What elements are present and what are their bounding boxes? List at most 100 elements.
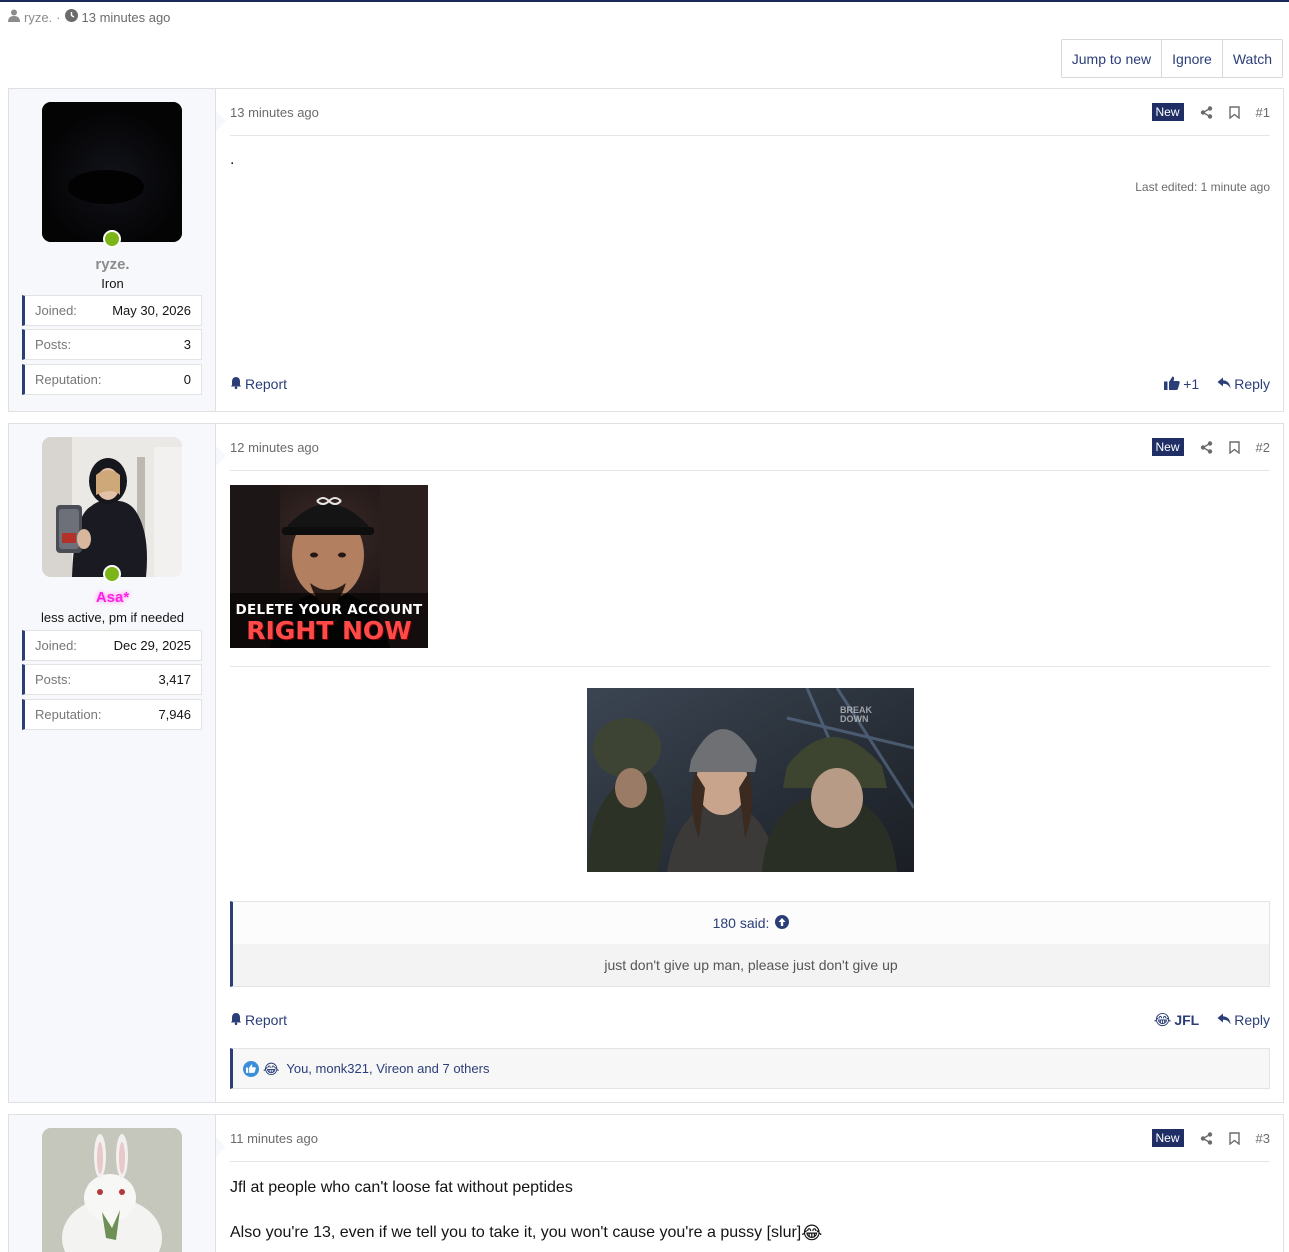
crying-laughing-emoji-icon: 😂 <box>801 1223 823 1243</box>
footer-actions: +1 Reply <box>1164 376 1270 393</box>
stat-reputation: Reputation: 7,946 <box>22 699 202 730</box>
quote-author[interactable]: 180 said: <box>713 915 770 931</box>
avatar[interactable] <box>42 437 182 577</box>
stat-value: 0 <box>183 372 191 387</box>
clock-icon <box>64 9 78 25</box>
post-header: 11 minutes ago New #3 <box>230 1115 1270 1162</box>
quote-header[interactable]: 180 said: <box>233 902 1269 944</box>
new-badge: New <box>1151 1129 1184 1147</box>
user-title: Iron <box>101 276 124 291</box>
bookmark-icon[interactable] <box>1228 440 1240 454</box>
last-edited: Last edited: 1 minute ago <box>1135 180 1270 194</box>
post-tools: New #3 <box>1151 1129 1270 1147</box>
post-tools: New #1 <box>1151 103 1270 121</box>
post-body: . <box>230 151 235 168</box>
reactions-bar[interactable]: 😂 You, monk321, Vireon and 7 others <box>230 1048 1270 1089</box>
bell-icon <box>230 1012 242 1028</box>
post-content: 13 minutes ago New #1 . Last edited: 1 m… <box>230 89 1270 411</box>
like-reaction-icon <box>243 1060 259 1077</box>
report-label: Report <box>245 376 288 392</box>
post-header: 13 minutes ago New #1 <box>230 89 1270 136</box>
top-accent-line <box>0 0 1289 2</box>
post-image-thumbnail[interactable]: DELETE YOUR ACCOUNT RIGHT NOW <box>230 485 428 648</box>
post-header: 12 minutes ago New #2 <box>230 424 1270 471</box>
bell-icon <box>230 376 242 392</box>
thread-meta: ryze. · 13 minutes ago <box>8 9 170 25</box>
stat-value: 3,417 <box>158 672 191 687</box>
post-body-line: Jfl at people who can't loose fat withou… <box>230 1179 573 1196</box>
post-time[interactable]: 12 minutes ago <box>230 440 319 455</box>
post-number[interactable]: #3 <box>1256 1131 1270 1146</box>
video-watermark: BREAK DOWN <box>840 705 873 724</box>
report-label: Report <box>245 1012 288 1028</box>
user-icon <box>8 9 20 25</box>
watch-button[interactable]: Watch <box>1221 40 1282 77</box>
user-title: less active, pm if needed <box>40 610 185 625</box>
avatar[interactable] <box>42 102 182 242</box>
blockquote: 180 said: just don't give up man, please… <box>230 901 1270 987</box>
stat-posts: Posts: 3 <box>22 329 202 360</box>
post-number[interactable]: #1 <box>1256 105 1270 120</box>
post: 11 minutes ago New #3 Jfl at people who … <box>8 1114 1284 1252</box>
reaction-button[interactable]: 😂 JFL <box>1154 1012 1199 1028</box>
thread-time[interactable]: 13 minutes ago <box>82 10 171 25</box>
avatar[interactable] <box>42 1128 182 1252</box>
stat-value: May 30, 2026 <box>112 303 191 318</box>
post-body-line: Also you're 13, even if we tell you to t… <box>230 1224 802 1241</box>
post-time[interactable]: 13 minutes ago <box>230 105 319 120</box>
online-status-dot <box>103 230 121 248</box>
online-status-dot <box>103 565 121 583</box>
share-icon[interactable] <box>1200 1131 1213 1145</box>
post: ryze. Iron Joined: May 30, 2026 Posts: 3… <box>8 88 1284 412</box>
stat-label: Joined: <box>35 303 77 318</box>
stat-label: Posts: <box>35 337 72 352</box>
reply-button[interactable]: Reply <box>1217 1012 1270 1028</box>
quote-text: just don't give up man, please just don'… <box>233 944 1269 986</box>
stat-value: 3 <box>183 337 191 352</box>
post-footer: Report +1 Reply <box>230 374 1270 394</box>
bookmark-icon[interactable] <box>1228 105 1240 119</box>
post-user-panel <box>9 1115 226 1252</box>
share-icon[interactable] <box>1200 440 1213 454</box>
stat-joined: Joined: May 30, 2026 <box>22 295 202 326</box>
new-badge: New <box>1151 103 1184 121</box>
report-button[interactable]: Report <box>230 1012 287 1028</box>
like-button[interactable]: +1 <box>1164 376 1199 393</box>
post-tools: New #2 <box>1151 438 1270 456</box>
laugh-reaction-icon: 😂 <box>263 1060 280 1077</box>
post-content: 12 minutes ago New #2 DELETE YOUR ACCOUN… <box>230 424 1270 1102</box>
share-icon[interactable] <box>1200 105 1213 119</box>
like-label: +1 <box>1183 376 1200 392</box>
username[interactable]: ryze. <box>9 256 216 273</box>
crying-laughing-emoji-icon: 😂 <box>1153 1011 1172 1029</box>
stat-label: Posts: <box>35 672 72 687</box>
reply-button[interactable]: Reply <box>1217 376 1270 392</box>
thread-action-group: Jump to new Ignore Watch <box>1060 39 1283 78</box>
post-number[interactable]: #2 <box>1256 440 1270 455</box>
stat-label: Reputation: <box>35 372 102 387</box>
stat-joined: Joined: Dec 29, 2025 <box>22 630 202 661</box>
new-badge: New <box>1151 438 1184 456</box>
stat-posts: Posts: 3,417 <box>22 664 202 695</box>
post-image-gif[interactable]: BREAK DOWN <box>587 688 914 872</box>
jump-to-new-button[interactable]: Jump to new <box>1061 40 1162 77</box>
reply-icon <box>1217 376 1231 392</box>
post-body-line-container: Also you're 13, even if we tell you to t… <box>230 1224 1270 1242</box>
stat-value: Dec 29, 2025 <box>113 638 191 653</box>
thread-author[interactable]: ryze. <box>24 10 52 25</box>
report-button[interactable]: Report <box>230 376 287 392</box>
reply-label: Reply <box>1234 376 1270 392</box>
reaction-label: JFL <box>1174 1012 1200 1028</box>
reply-icon <box>1217 1012 1231 1028</box>
reactions-summary[interactable]: You, monk321, Vireon and 7 others <box>286 1061 489 1076</box>
reply-label: Reply <box>1234 1012 1270 1028</box>
ignore-button[interactable]: Ignore <box>1161 40 1222 77</box>
stat-label: Reputation: <box>35 707 102 722</box>
bookmark-icon[interactable] <box>1228 1131 1240 1145</box>
username[interactable]: Asa* <box>9 589 216 606</box>
image-divider <box>230 666 1270 667</box>
meta-separator: · <box>56 9 61 25</box>
arrow-up-circle-icon[interactable] <box>775 914 790 932</box>
post-time[interactable]: 11 minutes ago <box>230 1131 318 1146</box>
post: Asa* less active, pm if needed Joined: D… <box>8 423 1284 1103</box>
